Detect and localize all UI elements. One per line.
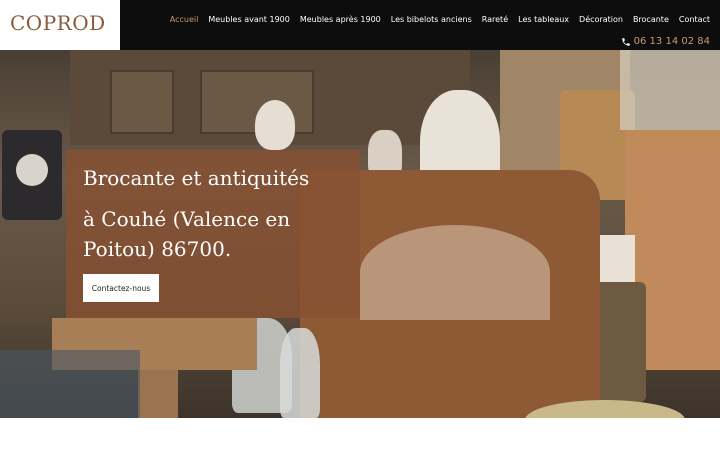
nav-item-brocante[interactable]: Brocante — [633, 15, 669, 24]
nav-item-meubles-avant-1900[interactable]: Meubles avant 1900 — [208, 15, 289, 24]
nav-item-meubles-apres-1900[interactable]: Meubles après 1900 — [300, 15, 381, 24]
page-bottom — [0, 418, 720, 450]
site-logo[interactable]: COPROD — [10, 11, 106, 35]
hero-bg-cabinet-panel — [110, 70, 174, 134]
phone-link[interactable]: 06 13 14 02 84 — [621, 36, 710, 47]
hero-clock-face — [16, 154, 48, 186]
nav-item-accueil[interactable]: Accueil — [170, 15, 199, 24]
hero-table-leg — [138, 370, 178, 418]
phone-icon — [621, 37, 630, 46]
hero-floor-left — [0, 350, 140, 418]
hero-subtitle: à Couhé (Valence en Poitou) 86700. — [83, 207, 291, 261]
phone-number[interactable]: 06 13 14 02 84 — [634, 36, 710, 47]
nav-item-tableaux[interactable]: Les tableaux — [518, 15, 569, 24]
site-header: COPROD Accueil Meubles avant 1900 Meuble… — [0, 0, 720, 50]
hero-chandelier — [620, 50, 720, 130]
nav-item-rarete[interactable]: Rareté — [482, 15, 508, 24]
hero-title: Brocante et antiquités — [83, 166, 310, 190]
nav-item-decoration[interactable]: Décoration — [579, 15, 623, 24]
logo-box[interactable]: COPROD — [0, 0, 120, 50]
main-nav: Accueil Meubles avant 1900 Meubles après… — [170, 15, 710, 24]
nav-item-contact[interactable]: Contact — [679, 15, 710, 24]
contact-us-button[interactable]: Contactez-nous — [83, 274, 159, 302]
hero-vase-1 — [255, 100, 295, 150]
hero-cradle-inner — [360, 225, 550, 320]
hero-glass-2 — [280, 328, 320, 418]
nav-item-bibelots-anciens[interactable]: Les bibelots anciens — [391, 15, 472, 24]
